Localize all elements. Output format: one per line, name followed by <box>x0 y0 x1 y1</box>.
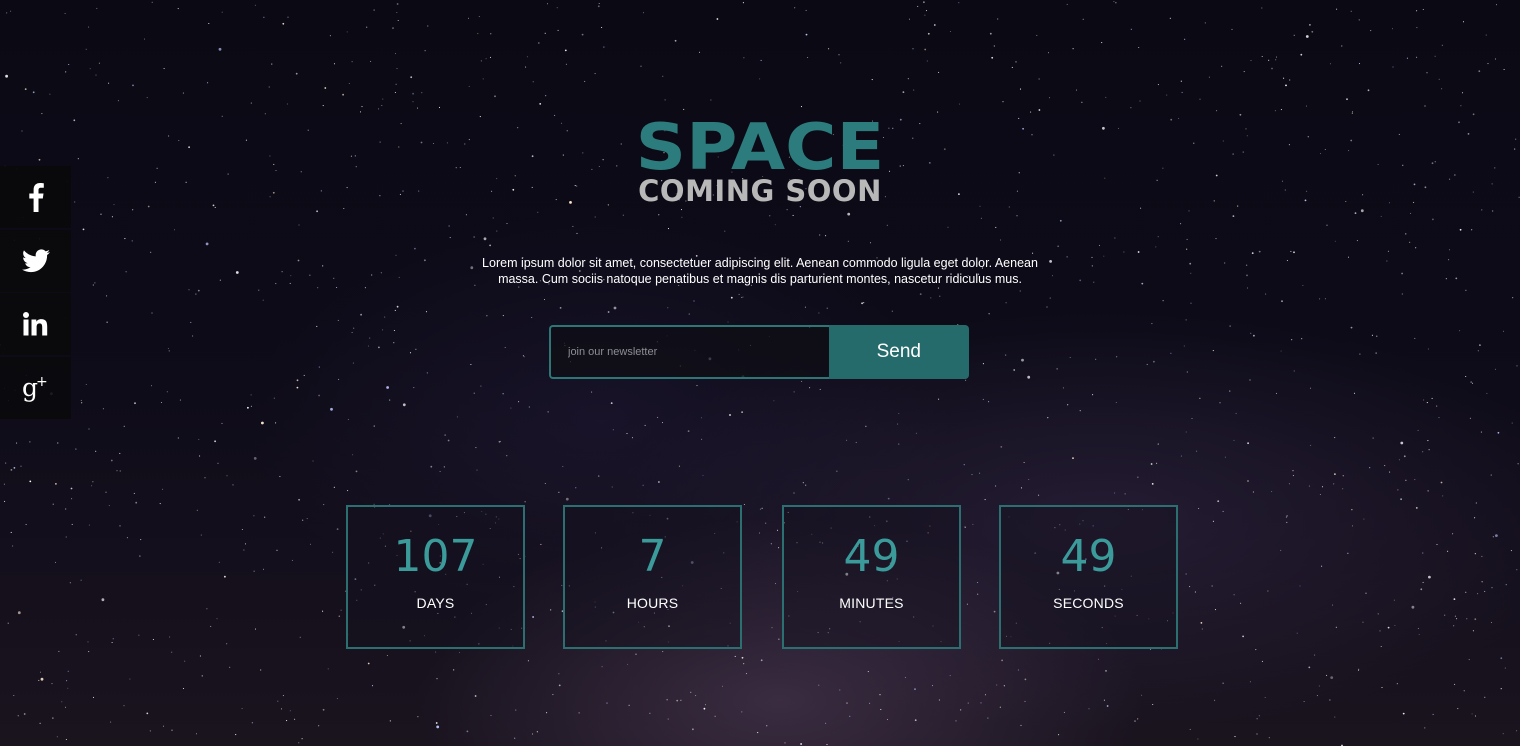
linkedin-button[interactable] <box>0 293 71 355</box>
hero-description: Lorem ipsum dolor sit amet, consectetuer… <box>482 256 1038 286</box>
countdown-label: DAYS <box>416 595 455 611</box>
newsletter-input[interactable] <box>549 325 829 379</box>
countdown-label: SECONDS <box>1053 595 1124 611</box>
send-button[interactable]: Send <box>828 325 969 379</box>
countdown-label: HOURS <box>626 595 679 611</box>
twitter-icon <box>21 248 50 273</box>
svg-text:+: + <box>36 374 48 390</box>
logo: SPACE COMING SOON <box>0 112 1520 208</box>
google-plus-button[interactable]: g + <box>0 356 71 419</box>
countdown-days: 107 DAYS <box>346 505 525 649</box>
page-background: g + SPACE COMING SOON Lorem ipsum dolor … <box>0 0 1520 746</box>
linkedin-icon <box>22 312 49 336</box>
countdown-value: 49 <box>843 531 900 582</box>
newsletter-form: Send <box>549 325 969 379</box>
countdown-hours: 7 HOURS <box>563 505 742 649</box>
countdown-value: 7 <box>638 531 667 582</box>
countdown-minutes: 49 MINUTES <box>782 505 961 649</box>
google-plus-icon: g + <box>21 373 51 403</box>
countdown-value: 49 <box>1060 531 1117 582</box>
countdown-seconds: 49 SECONDS <box>999 505 1178 649</box>
countdown: 107 DAYS 7 HOURS 49 MINUTES 49 SECONDS <box>346 505 1180 649</box>
logo-title: SPACE <box>635 109 885 185</box>
countdown-value: 107 <box>393 531 478 582</box>
countdown-label: MINUTES <box>839 595 904 611</box>
twitter-button[interactable] <box>0 229 71 292</box>
